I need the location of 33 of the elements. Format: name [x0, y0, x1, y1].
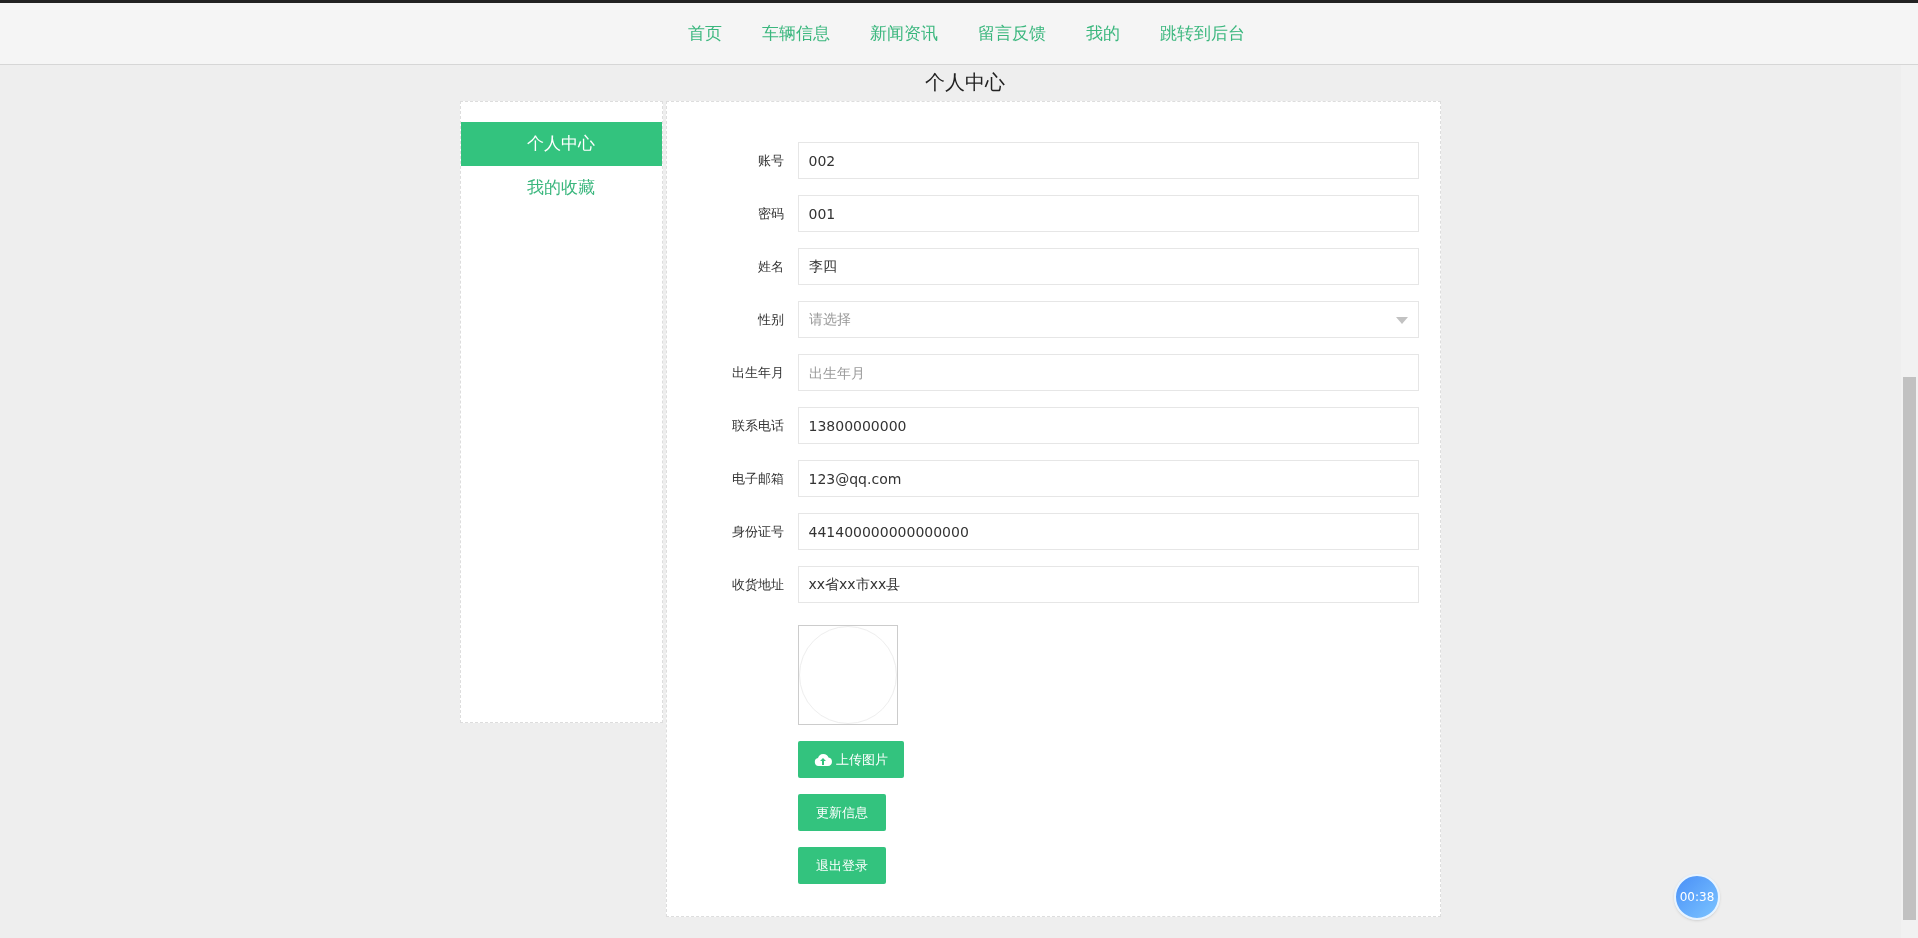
- cloud-upload-icon: [813, 752, 832, 767]
- field-label: 密码: [756, 204, 785, 223]
- field-label: 收货地址: [730, 575, 785, 594]
- field-label: 性别: [756, 310, 785, 329]
- field-label: 身份证号: [730, 522, 785, 541]
- input-field[interactable]: 13800000000: [797, 407, 1419, 444]
- action-button[interactable]: 更新信息: [797, 794, 886, 831]
- input-field[interactable]: 123@qq.com: [797, 460, 1419, 497]
- nav-link[interactable]: 新闻资讯: [869, 20, 938, 47]
- input-field[interactable]: 002: [797, 142, 1419, 179]
- action-button[interactable]: 退出登录: [797, 847, 886, 884]
- input-field[interactable]: 李四: [797, 248, 1419, 285]
- upload-button[interactable]: 上传图片: [797, 741, 904, 778]
- field-label: 姓名: [756, 257, 785, 276]
- nav-link[interactable]: 我的: [1085, 20, 1120, 47]
- input-field[interactable]: 441400000000000000: [797, 513, 1419, 550]
- field-label: 账号: [756, 151, 785, 170]
- timer-badge[interactable]: 00:38: [1674, 874, 1720, 920]
- sidebar-item[interactable]: 我的收藏: [460, 166, 662, 210]
- input-field[interactable]: xx省xx市xx县: [797, 566, 1419, 603]
- nav-link[interactable]: 首页: [687, 20, 722, 47]
- field-label: 电子邮箱: [730, 469, 785, 488]
- nav-link[interactable]: 跳转到后台: [1159, 20, 1245, 47]
- select-field[interactable]: 请选择: [797, 301, 1419, 338]
- input-field[interactable]: 出生年月: [797, 354, 1419, 391]
- field-label: 出生年月: [730, 363, 785, 382]
- sidebar-item[interactable]: 个人中心: [460, 122, 662, 166]
- page-title: 个人中心: [924, 69, 1006, 96]
- caret-icon: [1395, 317, 1408, 324]
- field-label: 联系电话: [730, 416, 785, 435]
- input-field[interactable]: 001: [797, 195, 1419, 232]
- nav-link[interactable]: 车辆信息: [761, 20, 830, 47]
- nav-link[interactable]: 留言反馈: [977, 20, 1046, 47]
